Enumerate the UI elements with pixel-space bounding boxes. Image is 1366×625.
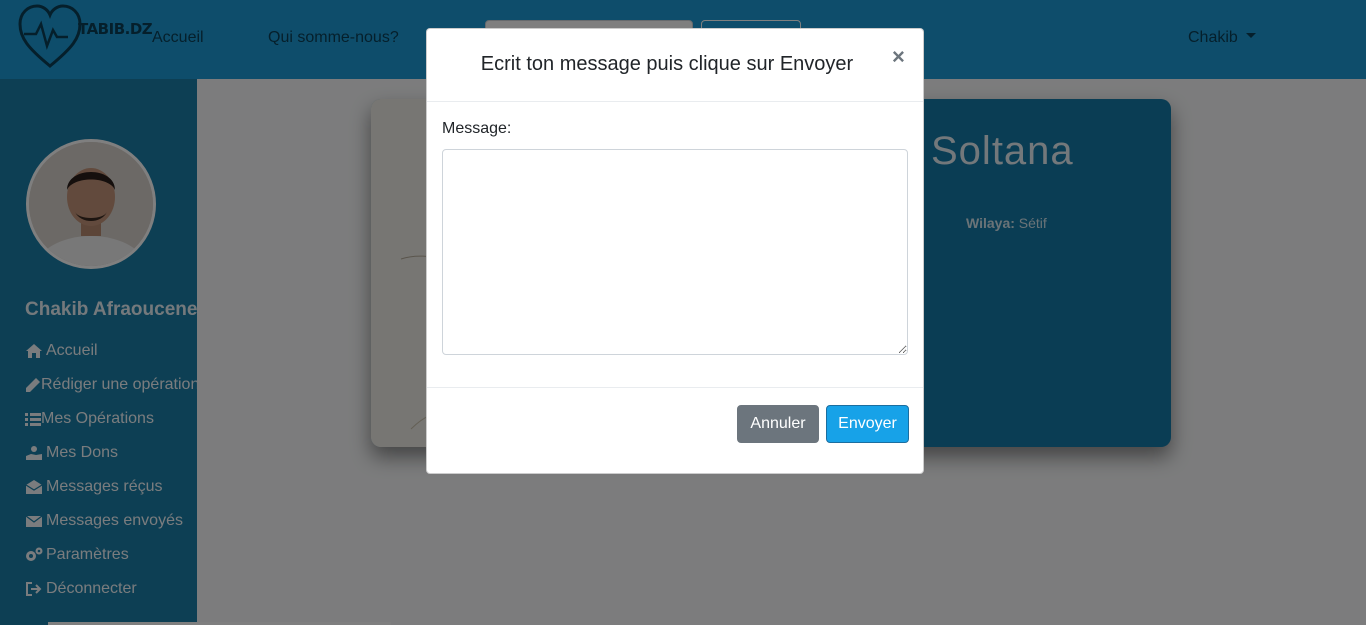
message-textarea[interactable]	[442, 149, 908, 355]
modal-body: Message:	[427, 102, 923, 388]
modal-header: Ecrit ton message puis clique sur Envoye…	[427, 29, 923, 102]
send-button[interactable]: Envoyer	[826, 405, 909, 443]
close-icon[interactable]: ×	[892, 44, 905, 70]
cancel-button[interactable]: Annuler	[737, 405, 819, 443]
message-modal: Ecrit ton message puis clique sur Envoye…	[426, 28, 924, 474]
message-label: Message:	[442, 120, 512, 137]
modal-title: Ecrit ton message puis clique sur Envoye…	[480, 53, 854, 75]
modal-footer: Annuler Envoyer	[427, 387, 923, 473]
